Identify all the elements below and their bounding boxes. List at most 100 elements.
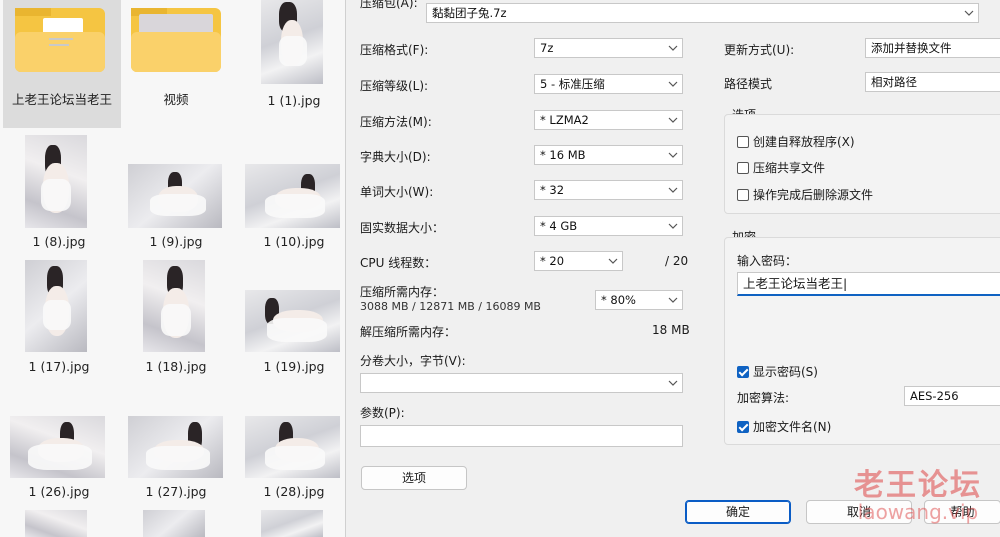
password-label: 输入密码： bbox=[737, 254, 798, 268]
checkbox-box bbox=[737, 420, 749, 433]
method-value: * LZMA2 bbox=[540, 113, 589, 127]
file-name: 1 (27).jpg bbox=[145, 484, 207, 499]
word-value: * 32 bbox=[540, 183, 565, 197]
delete-source-checkbox[interactable]: 操作完成后删除源文件 bbox=[737, 186, 873, 203]
folder-icon bbox=[15, 8, 105, 72]
encrypt-names-checkbox[interactable]: 加密文件名(N) bbox=[737, 418, 831, 435]
chevron-down-icon bbox=[668, 379, 678, 387]
image-thumbnail bbox=[25, 510, 87, 537]
image-thumbnail bbox=[261, 510, 323, 537]
sfx-checkbox[interactable]: 创建自释放程序(X) bbox=[737, 133, 855, 150]
threads-value: * 20 bbox=[540, 254, 565, 268]
help-button[interactable]: 帮助 bbox=[924, 500, 1000, 524]
threads-label: CPU 线程数： bbox=[360, 256, 437, 270]
path-mode-combo[interactable]: 相对路径 bbox=[865, 72, 1000, 92]
folder-item[interactable]: 上老王论坛当老王 bbox=[3, 0, 121, 128]
path-mode-value: 相对路径 bbox=[871, 75, 917, 89]
update-mode-value: 添加并替换文件 bbox=[871, 41, 952, 55]
file-name: 1 (1).jpg bbox=[267, 93, 321, 108]
image-item[interactable]: 1 (28).jpg bbox=[235, 384, 353, 509]
threads-max: / 20 bbox=[665, 254, 689, 268]
checkbox-box bbox=[737, 161, 749, 174]
params-input[interactable] bbox=[360, 425, 683, 447]
word-combo[interactable]: * 32 bbox=[534, 180, 683, 200]
format-combo[interactable]: 7z bbox=[534, 38, 683, 58]
image-thumbnail bbox=[25, 260, 87, 352]
add-to-archive-dialog: 压缩包(A): 黏黏团子兔.7z 压缩格式(F): 7z 压缩等级(L): 5 … bbox=[345, 0, 1000, 537]
format-label: 压缩格式(F): bbox=[360, 43, 429, 57]
password-input[interactable]: 上老王论坛当老王| bbox=[737, 272, 1000, 296]
dict-combo[interactable]: * 16 MB bbox=[534, 145, 683, 165]
checkbox-box bbox=[737, 365, 749, 378]
image-thumbnail bbox=[25, 135, 87, 228]
level-combo[interactable]: 5 - 标准压缩 bbox=[534, 74, 683, 94]
volume-label: 分卷大小，字节(V): bbox=[360, 354, 466, 368]
show-password-checkbox[interactable]: 显示密码(S) bbox=[737, 363, 818, 380]
image-item[interactable]: 1 (19).jpg bbox=[235, 258, 353, 383]
archive-path-value: 黏黏团子兔.7z bbox=[432, 6, 507, 20]
image-item[interactable]: 1 (9).jpg bbox=[117, 130, 235, 255]
file-explorer: 上老王论坛当老王 视频 1 (1).jpg 1 (8).jpg 1 (9).jp… bbox=[0, 0, 345, 537]
file-name: 1 (10).jpg bbox=[263, 234, 325, 249]
solid-combo[interactable]: * 4 GB bbox=[534, 216, 683, 236]
file-name: 1 (19).jpg bbox=[263, 359, 325, 374]
image-item[interactable]: 1 (18).jpg bbox=[117, 258, 235, 383]
chevron-down-icon bbox=[668, 186, 678, 194]
mem-decompress-value: 18 MB bbox=[652, 323, 690, 337]
encryption-method-value: AES-256 bbox=[910, 389, 959, 403]
image-thumbnail bbox=[245, 416, 340, 478]
dict-label: 字典大小(D): bbox=[360, 150, 431, 164]
image-item[interactable]: 1 (8).jpg bbox=[0, 130, 118, 255]
image-item[interactable]: 1 (1).jpg bbox=[235, 0, 353, 128]
chevron-down-icon bbox=[668, 116, 678, 124]
file-name: 1 (28).jpg bbox=[263, 484, 325, 499]
mem-usage-value: * 80% bbox=[601, 293, 636, 307]
format-value: 7z bbox=[540, 41, 554, 55]
chevron-down-icon bbox=[668, 80, 678, 88]
threads-combo[interactable]: * 20 bbox=[534, 251, 623, 271]
mem-usage-combo[interactable]: * 80% bbox=[595, 290, 683, 310]
chevron-down-icon bbox=[668, 222, 678, 230]
file-name: 1 (17).jpg bbox=[28, 359, 90, 374]
image-thumbnail bbox=[261, 0, 323, 84]
mem-decompress-label: 解压缩所需内存： bbox=[360, 325, 457, 339]
checkbox-label: 压缩共享文件 bbox=[753, 161, 826, 175]
chevron-down-icon bbox=[668, 44, 678, 52]
file-name: 1 (9).jpg bbox=[149, 234, 203, 249]
update-mode-combo[interactable]: 添加并替换文件 bbox=[865, 38, 1000, 58]
checkbox-label: 创建自释放程序(X) bbox=[753, 135, 855, 149]
image-thumbnail bbox=[245, 164, 340, 228]
method-label: 压缩方法(M): bbox=[360, 115, 432, 129]
volume-combo[interactable] bbox=[360, 373, 683, 393]
checkbox-label: 操作完成后删除源文件 bbox=[753, 188, 874, 202]
image-item[interactable]: 1 (26).jpg bbox=[0, 384, 118, 509]
file-name: 视频 bbox=[163, 92, 189, 107]
image-thumbnail bbox=[128, 164, 222, 228]
level-value: 5 - 标准压缩 bbox=[540, 77, 605, 91]
chevron-down-icon bbox=[608, 257, 618, 265]
image-thumbnail bbox=[245, 290, 340, 352]
folder-item[interactable]: 视频 bbox=[117, 0, 235, 128]
file-name: 上老王论坛当老王 bbox=[11, 92, 112, 107]
encryption-method-combo[interactable]: AES-256 bbox=[904, 386, 1000, 406]
mem-compress-detail: 3088 MB / 12871 MB / 16089 MB bbox=[360, 300, 541, 313]
chevron-down-icon bbox=[668, 151, 678, 159]
method-combo[interactable]: * LZMA2 bbox=[534, 110, 683, 130]
image-item[interactable]: 1 (10).jpg bbox=[235, 130, 353, 255]
file-name: 1 (26).jpg bbox=[28, 484, 90, 499]
image-item[interactable]: 1 (17).jpg bbox=[0, 258, 118, 383]
word-label: 单词大小(W): bbox=[360, 185, 434, 199]
image-thumbnail bbox=[143, 510, 205, 537]
ok-button[interactable]: 确定 bbox=[685, 500, 791, 524]
level-label: 压缩等级(L): bbox=[360, 79, 429, 93]
checkbox-box bbox=[737, 188, 749, 201]
cancel-button[interactable]: 取消 bbox=[806, 500, 912, 524]
dict-value: * 16 MB bbox=[540, 148, 586, 162]
shared-files-checkbox[interactable]: 压缩共享文件 bbox=[737, 159, 825, 176]
archive-path-combo[interactable]: 黏黏团子兔.7z bbox=[426, 3, 979, 23]
solid-label: 固实数据大小： bbox=[360, 221, 445, 235]
file-name: 1 (8).jpg bbox=[32, 234, 86, 249]
options-button[interactable]: 选项 bbox=[361, 466, 467, 490]
image-item[interactable]: 1 (27).jpg bbox=[117, 384, 235, 509]
checkbox-label: 显示密码(S) bbox=[753, 365, 818, 379]
